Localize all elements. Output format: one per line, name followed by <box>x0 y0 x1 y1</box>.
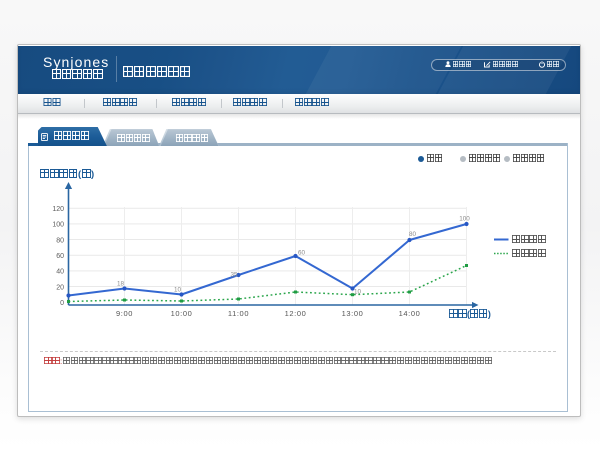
svg-text:18: 18 <box>117 280 125 287</box>
svg-text:100: 100 <box>459 215 470 222</box>
svg-text:0: 0 <box>60 300 64 307</box>
svg-text:14:00: 14:00 <box>399 309 421 318</box>
svg-text:11:00: 11:00 <box>228 309 249 318</box>
svg-text:13:00: 13:00 <box>342 309 364 318</box>
svg-text:12:00: 12:00 <box>285 309 307 318</box>
svg-text:120: 120 <box>52 206 64 213</box>
svg-text:20: 20 <box>56 284 64 291</box>
svg-text:10: 10 <box>354 288 362 295</box>
svg-text:80: 80 <box>56 237 64 244</box>
svg-text:9:00: 9:00 <box>116 309 133 318</box>
svg-text:60: 60 <box>298 249 306 256</box>
svg-text:100: 100 <box>52 222 64 229</box>
svg-text:35: 35 <box>230 272 238 279</box>
svg-text:80: 80 <box>409 231 417 238</box>
svg-text:40: 40 <box>56 269 64 276</box>
svg-text:10: 10 <box>174 286 182 293</box>
svg-text:60: 60 <box>56 253 64 260</box>
svg-text:10:00: 10:00 <box>171 309 193 318</box>
